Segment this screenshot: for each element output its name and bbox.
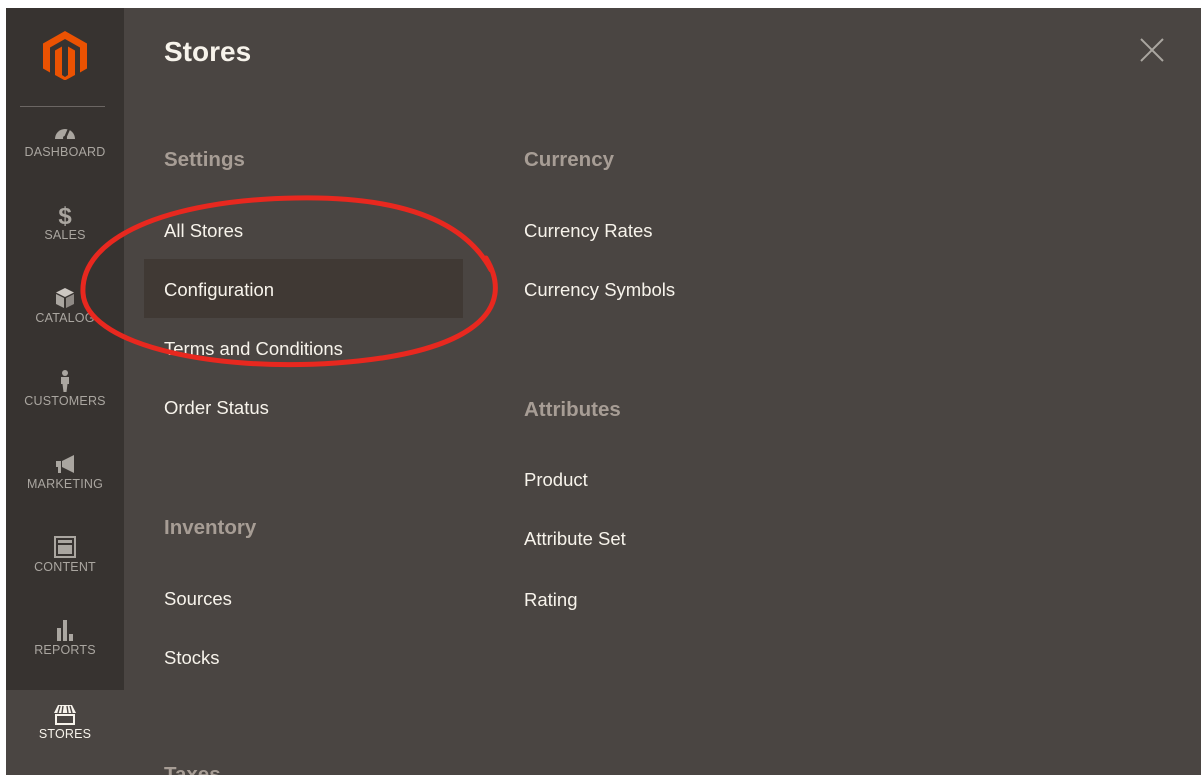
menu-link-product[interactable]: Product bbox=[524, 468, 588, 492]
speedometer-icon bbox=[55, 127, 75, 140]
currency-heading: Currency bbox=[524, 148, 615, 171]
menu-link-order-status[interactable]: Order Status bbox=[164, 396, 269, 420]
menu-link-currency-symbols[interactable]: Currency Symbols bbox=[524, 278, 675, 302]
nav-stores-label: STORES bbox=[38, 727, 92, 741]
panel-title: Stores bbox=[164, 36, 252, 67]
nav-dashboard-label: DASHBOARD bbox=[24, 145, 106, 159]
logo-divider bbox=[20, 106, 105, 107]
menu-link-currency-rates[interactable]: Currency Rates bbox=[524, 219, 653, 243]
menu-link-rating[interactable]: Rating bbox=[524, 588, 577, 612]
layout-icon bbox=[54, 536, 76, 558]
taxes-heading: Taxes bbox=[164, 763, 221, 775]
nav-stores[interactable]: STORES bbox=[6, 690, 124, 775]
svg-text:$: $ bbox=[58, 203, 72, 227]
attributes-heading: Attributes bbox=[524, 398, 621, 421]
nav-marketing[interactable]: MARKETING bbox=[6, 452, 124, 535]
inventory-heading: Inventory bbox=[164, 516, 257, 539]
dollar-icon: $ bbox=[58, 203, 72, 227]
storefront-icon bbox=[54, 705, 76, 725]
nav-content-label: CONTENT bbox=[34, 560, 96, 574]
menu-link-sources[interactable]: Sources bbox=[164, 587, 232, 611]
nav-reports[interactable]: REPORTS bbox=[6, 618, 124, 701]
nav-sales[interactable]: $ SALES bbox=[6, 203, 124, 286]
nav-dashboard[interactable]: DASHBOARD bbox=[6, 120, 124, 203]
menu-link-stocks[interactable]: Stocks bbox=[164, 646, 220, 670]
nav-catalog-label: CATALOG bbox=[35, 311, 95, 325]
nav-marketing-label: MARKETING bbox=[26, 477, 104, 491]
megaphone-icon bbox=[56, 455, 74, 473]
menu-link-terms-and-conditions[interactable]: Terms and Conditions bbox=[164, 337, 343, 361]
person-icon bbox=[61, 370, 69, 392]
nav-customers-label: CUSTOMERS bbox=[24, 394, 106, 408]
app-frame: DASHBOARD $ SALES CATALOG CUSTOMERS MARK… bbox=[6, 8, 1201, 775]
box-icon bbox=[56, 288, 74, 308]
nav-sales-label: SALES bbox=[44, 228, 86, 242]
nav-content[interactable]: CONTENT bbox=[6, 535, 124, 618]
menu-link-configuration[interactable]: Configuration bbox=[164, 278, 274, 302]
nav-customers[interactable]: CUSTOMERS bbox=[6, 369, 124, 452]
magento-logo[interactable] bbox=[41, 30, 89, 80]
settings-heading: Settings bbox=[164, 148, 245, 171]
nav-catalog[interactable]: CATALOG bbox=[6, 286, 124, 369]
menu-link-all-stores[interactable]: All Stores bbox=[164, 219, 243, 243]
admin-sidebar: DASHBOARD $ SALES CATALOG CUSTOMERS MARK… bbox=[6, 8, 124, 775]
close-icon[interactable] bbox=[1136, 34, 1168, 66]
bar-chart-icon bbox=[57, 620, 73, 641]
menu-link-attribute-set[interactable]: Attribute Set bbox=[524, 527, 626, 551]
nav-reports-label: REPORTS bbox=[34, 643, 96, 657]
